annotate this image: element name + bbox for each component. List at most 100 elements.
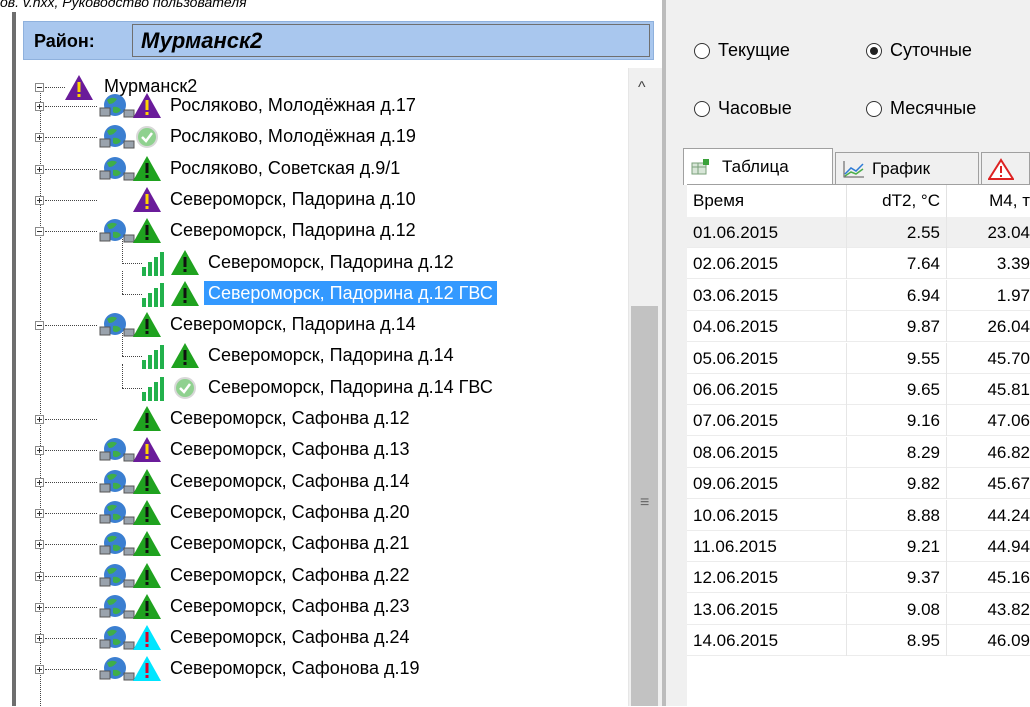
- table-row[interactable]: 10.06.2015 8.88 44.24: [687, 499, 1030, 531]
- table-row[interactable]: 14.06.2015 8.95 46.09: [687, 625, 1030, 657]
- expand-toggle[interactable]: [35, 415, 44, 424]
- table-cell: 08.06.2015: [687, 436, 847, 468]
- tree-line: [45, 87, 65, 88]
- table-row[interactable]: 05.06.2015 9.55 45.70: [687, 342, 1030, 374]
- warning-green-icon: [133, 468, 161, 494]
- tab-table[interactable]: Таблица: [683, 148, 833, 185]
- tree-item-label[interactable]: Североморск, Сафонва д.22: [170, 563, 410, 587]
- collapse-toggle[interactable]: [35, 227, 44, 237]
- expand-toggle[interactable]: [35, 477, 44, 487]
- tree-item-label[interactable]: Североморск, Падорина д.14: [170, 312, 416, 336]
- table-cell: 9.55: [847, 342, 947, 374]
- table-cell: 45.16: [947, 562, 1030, 593]
- radio-hourly[interactable]: Часовые: [694, 98, 792, 119]
- radio-daily-indicator[interactable]: [866, 42, 882, 59]
- table-row[interactable]: 06.06.2015 9.65 45.81: [687, 374, 1030, 405]
- tree-item-label[interactable]: Североморск, Падорина д.10: [170, 187, 416, 211]
- tree-line: [122, 270, 123, 294]
- expand-toggle[interactable]: [35, 195, 44, 205]
- table-cell: 2.55: [847, 217, 947, 248]
- tree-line: [122, 333, 123, 357]
- table-cell: 9.16: [847, 405, 947, 437]
- tree-line: [45, 231, 97, 233]
- district-name-field[interactable]: Мурманск2: [132, 24, 650, 57]
- tab-alerts[interactable]: [981, 152, 1030, 184]
- tree-item-label[interactable]: Североморск, Сафонва д.20: [170, 500, 410, 524]
- column-header-m4[interactable]: M4, т: [947, 185, 1030, 217]
- tree-line: [45, 669, 97, 671]
- expand-toggle[interactable]: [35, 602, 44, 612]
- warning-green-icon: [133, 562, 161, 588]
- warning-purple-icon: [133, 186, 161, 212]
- radio-current-indicator[interactable]: [694, 42, 710, 59]
- table-cell: 44.94: [947, 531, 1030, 562]
- table-cell: 9.65: [847, 374, 947, 405]
- tree-item-label[interactable]: Североморск, Падорина д.12 ГВС: [204, 280, 497, 305]
- tree-line: [122, 364, 123, 388]
- table-row[interactable]: 11.06.2015 9.21 44.94: [687, 531, 1030, 562]
- tree-item-label[interactable]: Североморск, Сафонва д.14: [170, 469, 410, 493]
- warning-green-icon: [133, 406, 161, 431]
- warning-green-icon: [133, 593, 161, 619]
- tree-item-label[interactable]: Североморск, Сафонова д.19: [170, 656, 420, 680]
- expand-toggle[interactable]: [35, 446, 44, 456]
- tree-item-label[interactable]: Североморск, Сафонва д.21: [170, 531, 410, 555]
- table-row[interactable]: 01.06.2015 2.55 23.04: [687, 217, 1030, 248]
- root-expander[interactable]: [35, 83, 44, 92]
- radio-current[interactable]: Текущие: [694, 40, 790, 61]
- table-cell: 9.08: [847, 593, 947, 625]
- column-header-dt2[interactable]: dT2, °C: [847, 185, 947, 217]
- expand-toggle[interactable]: [35, 540, 44, 550]
- warning-green-icon: [171, 343, 199, 369]
- tree-item-label[interactable]: Североморск, Сафонва д.12: [170, 406, 410, 430]
- tree-item-label[interactable]: Росляково, Советская д.9/1: [170, 156, 400, 180]
- tree-line: [45, 450, 97, 452]
- expand-toggle[interactable]: [35, 634, 44, 644]
- scroll-up-arrow-icon[interactable]: ^: [638, 79, 646, 97]
- expand-toggle[interactable]: [35, 508, 44, 518]
- table-row[interactable]: 12.06.2015 9.37 45.16: [687, 562, 1030, 594]
- column-header-time[interactable]: Время: [687, 185, 847, 217]
- expand-toggle[interactable]: [35, 102, 44, 111]
- table-cell: 07.06.2015: [687, 405, 847, 437]
- radio-daily[interactable]: Суточные: [866, 40, 972, 61]
- table-row[interactable]: 04.06.2015 9.87 26.04: [687, 311, 1030, 343]
- tree-line: [45, 106, 97, 107]
- tree-item-label[interactable]: Североморск, Падорина д.14 ГВС: [208, 375, 493, 399]
- table-row[interactable]: 08.06.2015 8.29 46.82: [687, 436, 1030, 468]
- radio-hourly-indicator[interactable]: [694, 100, 710, 117]
- table-cell: 03.06.2015: [687, 279, 847, 311]
- table-row[interactable]: 09.06.2015 9.82 45.67: [687, 468, 1030, 500]
- table-cell: 8.29: [847, 436, 947, 468]
- table-row[interactable]: 03.06.2015 6.94 1.97: [687, 279, 1030, 311]
- tree-item-label[interactable]: Росляково, Молодёжная д.17: [170, 93, 416, 117]
- tree-line: [45, 638, 97, 640]
- collapse-toggle[interactable]: [35, 321, 44, 331]
- table-icon: [691, 159, 709, 175]
- tree-item-label[interactable]: Североморск, Сафонва д.24: [170, 625, 410, 649]
- radio-daily-label: Суточные: [890, 40, 972, 60]
- warning-green-icon: [133, 531, 161, 557]
- tree-item-label[interactable]: Североморск, Сафонва д.23: [170, 594, 410, 618]
- radio-monthly[interactable]: Месячные: [866, 98, 976, 119]
- tree-item-label[interactable]: Росляково, Молодёжная д.19: [170, 124, 416, 148]
- warning-cyan-icon: [133, 625, 161, 651]
- table-row[interactable]: 13.06.2015 9.08 43.82: [687, 593, 1030, 625]
- tab-chart[interactable]: График: [835, 152, 979, 184]
- table-cell: 13.06.2015: [687, 593, 847, 625]
- tree-line: [45, 544, 97, 546]
- tree-item-label[interactable]: Североморск, Сафонва д.13: [170, 437, 410, 461]
- table-cell: 9.82: [847, 468, 947, 500]
- table-cell: 47.06: [947, 405, 1030, 436]
- radio-monthly-indicator[interactable]: [866, 100, 882, 117]
- table-row[interactable]: 07.06.2015 9.16 47.06: [687, 405, 1030, 437]
- table-row[interactable]: 02.06.2015 7.64 3.39: [687, 248, 1030, 280]
- tree-item-label[interactable]: Североморск, Падорина д.14: [208, 343, 454, 367]
- expand-toggle[interactable]: [35, 665, 44, 675]
- tree-item-label[interactable]: Североморск, Падорина д.12: [208, 250, 454, 274]
- expand-toggle[interactable]: [35, 133, 44, 143]
- tree-item-label[interactable]: Североморск, Падорина д.12: [170, 218, 416, 242]
- tree-line: [45, 575, 97, 577]
- expand-toggle[interactable]: [35, 571, 44, 581]
- expand-toggle[interactable]: [35, 164, 44, 174]
